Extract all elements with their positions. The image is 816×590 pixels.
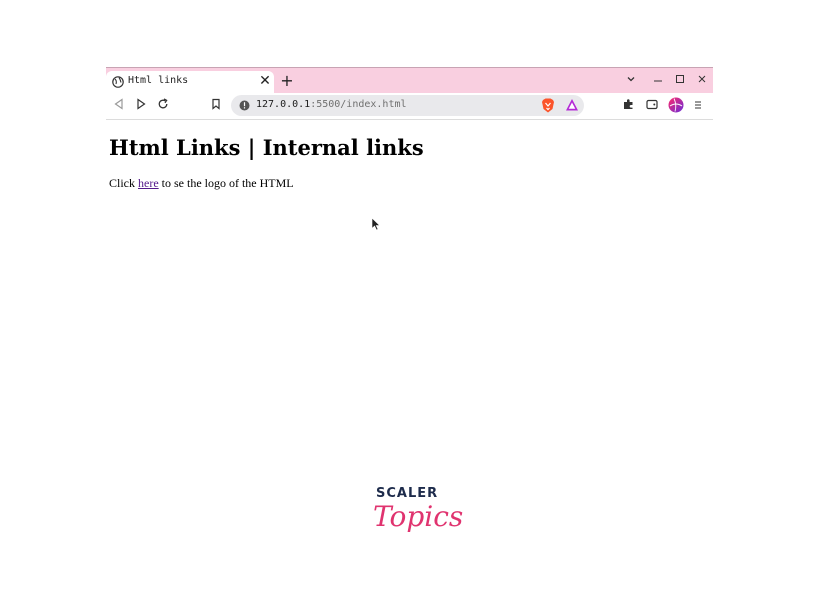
mouse-cursor-icon: [371, 217, 381, 231]
back-icon[interactable]: [110, 97, 128, 115]
menu-icon[interactable]: [689, 97, 707, 115]
window-close-icon[interactable]: [693, 71, 711, 89]
reload-icon[interactable]: [154, 97, 172, 115]
maximize-icon[interactable]: [671, 71, 689, 89]
site-info-icon[interactable]: [239, 100, 250, 111]
scaler-topics-logo: SCALER Topics: [373, 486, 463, 546]
tab-title: Html links: [128, 75, 189, 86]
brave-shields-icon[interactable]: [541, 98, 555, 113]
url-text[interactable]: 127.0.0.1:5500/index.html: [256, 99, 407, 110]
page-content: Html Links | Internal links Click here t…: [106, 120, 713, 420]
tab-strip: Html links ✕ +: [106, 67, 713, 94]
minimize-icon[interactable]: [649, 71, 667, 89]
address-bar[interactable]: 127.0.0.1:5500/index.html: [231, 95, 584, 116]
page-paragraph: Click here to se the logo of the HTML: [109, 176, 294, 191]
tab-html-links[interactable]: Html links ✕: [106, 71, 274, 94]
url-host: 127.0.0.1: [256, 99, 311, 110]
here-link[interactable]: here: [138, 176, 159, 190]
bookmark-icon[interactable]: [207, 97, 225, 115]
logo-top-text: SCALER: [376, 486, 439, 501]
browser-window: Html links ✕ + 127.0.0.1:5500/index.html…: [106, 67, 713, 427]
logo-bottom-text: Topics: [373, 500, 464, 533]
brave-rewards-icon[interactable]: [565, 98, 579, 112]
para-after: to se the logo of the HTML: [158, 176, 294, 190]
forward-icon[interactable]: [132, 97, 150, 115]
browser-toolbar: 127.0.0.1:5500/index.html: [106, 93, 713, 120]
wallet-icon[interactable]: [643, 97, 661, 115]
page-title: Html Links | Internal links: [109, 135, 424, 160]
url-path: :5500/index.html: [310, 99, 407, 110]
puzzle-icon[interactable]: [620, 97, 638, 115]
globe-icon: [112, 76, 124, 88]
new-tab-button[interactable]: +: [278, 72, 296, 90]
profile-icon[interactable]: [667, 97, 685, 115]
tab-close-icon[interactable]: ✕: [257, 72, 273, 90]
tab-list-dropdown-icon[interactable]: [622, 71, 640, 89]
para-before: Click: [109, 176, 138, 190]
